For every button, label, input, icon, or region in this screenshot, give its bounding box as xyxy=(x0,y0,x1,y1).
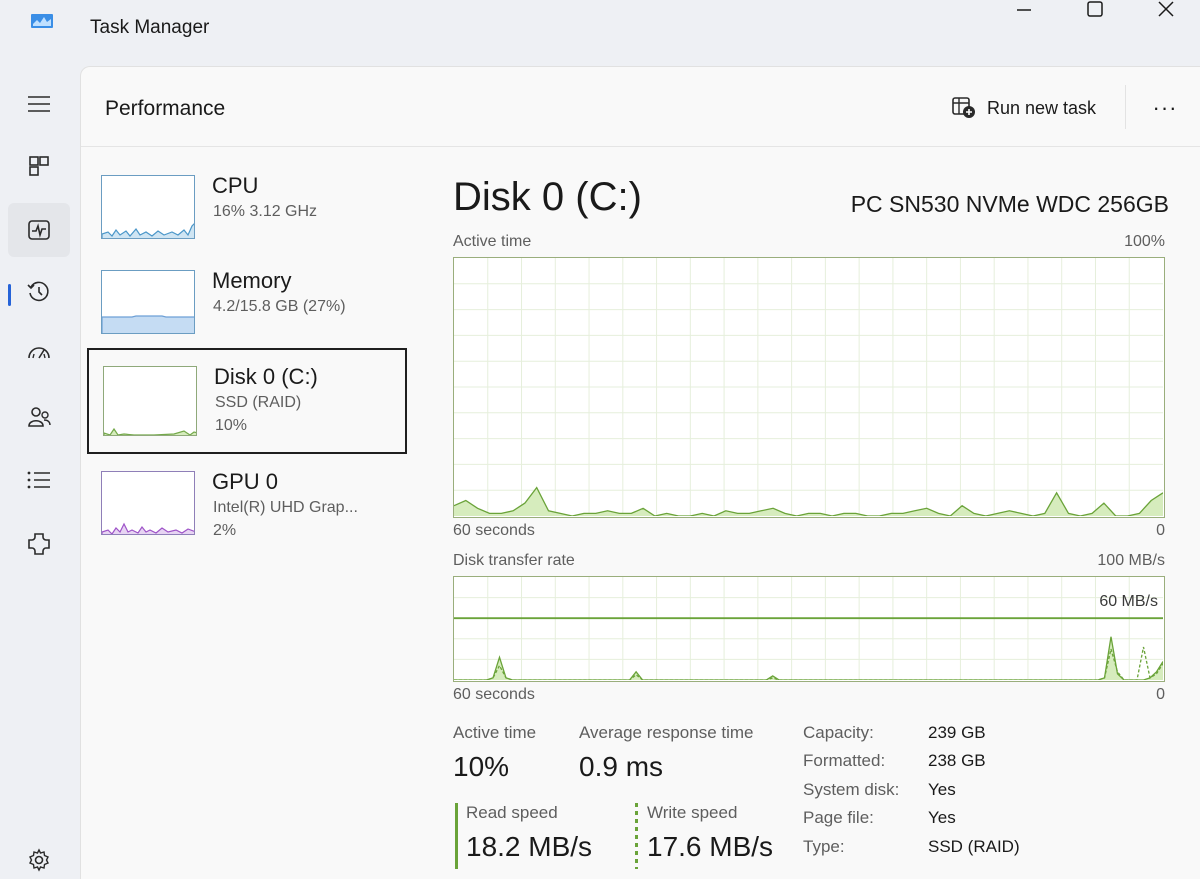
nav-menu-button[interactable] xyxy=(8,77,70,131)
startup-apps-icon xyxy=(28,347,50,359)
system-disk-value: Yes xyxy=(928,780,956,799)
gpu-usage: 2% xyxy=(213,522,237,539)
maximize-icon xyxy=(1087,1,1103,17)
write-rate-series-line xyxy=(454,646,1164,681)
nav-startup-apps[interactable] xyxy=(8,327,70,381)
disk-type: SSD (RAID) xyxy=(215,394,302,411)
title-bar: Task Manager xyxy=(0,0,1200,66)
active-time-graph-canvas xyxy=(454,258,1164,517)
page-header: Performance Run new task ··· xyxy=(81,67,1200,147)
nav-rail xyxy=(0,66,78,879)
close-icon xyxy=(1158,1,1174,17)
maximize-button[interactable] xyxy=(1065,0,1125,22)
memory-thumbnail-graph xyxy=(101,270,195,334)
read-rate-series-area xyxy=(454,636,1163,680)
nav-settings[interactable] xyxy=(8,833,70,879)
active-time-graph xyxy=(453,257,1165,518)
close-button[interactable] xyxy=(1136,0,1196,22)
run-new-task-button[interactable]: Run new task xyxy=(945,91,1102,125)
performance-icon xyxy=(28,220,50,240)
perf-item-memory[interactable]: Memory 4.2/15.8 GB (27%) xyxy=(87,242,407,348)
gpu-model: Intel(R) UHD Grap... xyxy=(213,499,358,516)
disk-model: PC SN530 NVMe WDC 256GB xyxy=(850,191,1169,217)
active-time-graph-max: 100% xyxy=(1124,233,1165,250)
disk-title: Disk 0 (C:) xyxy=(453,175,642,219)
settings-icon xyxy=(29,848,49,872)
memory-name: Memory xyxy=(212,268,292,293)
run-new-task-label: Run new task xyxy=(987,97,1097,118)
write-speed-label: Write speed xyxy=(647,803,738,822)
users-icon xyxy=(28,407,51,427)
nav-details[interactable] xyxy=(8,453,70,507)
gpu-thumbnail-graph xyxy=(101,471,195,535)
transfer-rate-graph: 60 MB/s xyxy=(453,576,1165,682)
formatted-value: 238 GB xyxy=(928,751,986,770)
read-rate-series-line xyxy=(454,636,1164,681)
cpu-thumbnail-graph xyxy=(101,175,195,239)
task-manager-icon xyxy=(30,12,54,34)
formatted-label: Formatted: xyxy=(803,751,886,770)
transfer-rate-graph-label: Disk transfer rate xyxy=(453,552,575,569)
page-file-label: Page file: xyxy=(803,808,874,827)
nav-processes[interactable] xyxy=(8,139,70,193)
gpu-name: GPU 0 xyxy=(212,469,279,494)
read-speed-label: Read speed xyxy=(466,803,558,822)
page-file-value: Yes xyxy=(928,808,956,827)
disk-usage: 10% xyxy=(215,417,248,434)
write-speed-value: 17.6 MB/s xyxy=(647,831,774,862)
type-label: Type: xyxy=(803,837,845,856)
minimize-icon xyxy=(1017,9,1031,11)
processes-icon xyxy=(29,156,49,176)
transfer-rate-graph-time: 60 seconds xyxy=(453,686,535,703)
header-divider xyxy=(1125,85,1126,129)
active-time-value: 10% xyxy=(453,751,510,782)
window-title: Task Manager xyxy=(90,17,210,38)
active-time-graph-label: Active time xyxy=(453,233,532,250)
disk-thumbnail-graph xyxy=(103,366,197,436)
page-title: Performance xyxy=(105,97,226,120)
read-speed-indicator xyxy=(455,803,458,869)
disk-name: Disk 0 (C:) xyxy=(214,364,318,389)
capacity-value: 239 GB xyxy=(928,723,986,742)
nav-performance[interactable] xyxy=(8,203,70,257)
more-options-button[interactable]: ··· xyxy=(1147,91,1183,125)
nav-app-history[interactable] xyxy=(8,265,70,319)
transfer-rate-graph-min: 0 xyxy=(1156,686,1165,703)
app-history-icon xyxy=(27,281,49,302)
capacity-label: Capacity: xyxy=(803,723,874,742)
services-icon xyxy=(28,533,50,555)
transfer-rate-graph-max: 100 MB/s xyxy=(1097,552,1165,569)
performance-panel: Performance Run new task ··· CPU 16% 3.1… xyxy=(80,66,1200,879)
perf-item-gpu[interactable]: GPU 0 Intel(R) UHD Grap... 2% xyxy=(87,443,407,549)
avg-response-value: 0.9 ms xyxy=(579,751,664,782)
nav-services[interactable] xyxy=(8,517,70,571)
memory-usage: 4.2/15.8 GB (27%) xyxy=(213,298,346,315)
avg-response-label: Average response time xyxy=(579,723,754,742)
details-icon xyxy=(27,471,50,489)
read-speed-value: 18.2 MB/s xyxy=(466,831,593,862)
active-time-graph-time: 60 seconds xyxy=(453,522,535,539)
write-speed-indicator xyxy=(635,803,638,869)
cpu-name: CPU xyxy=(212,173,259,198)
run-new-task-icon xyxy=(952,97,975,118)
minimize-button[interactable] xyxy=(994,0,1054,22)
type-value: SSD (RAID) xyxy=(928,837,1020,856)
active-time-graph-min: 0 xyxy=(1156,522,1165,539)
transfer-rate-graph-canvas xyxy=(454,577,1164,681)
perf-item-disk[interactable]: Disk 0 (C:) SSD (RAID) 10% xyxy=(87,348,407,454)
perf-item-cpu[interactable]: CPU 16% 3.12 GHz xyxy=(87,147,407,253)
menu-icon xyxy=(28,96,50,112)
nav-users[interactable] xyxy=(8,390,70,444)
transfer-rate-scale-label: 60 MB/s xyxy=(1099,593,1158,610)
active-time-label: Active time xyxy=(453,723,537,742)
system-disk-label: System disk: xyxy=(803,780,900,799)
more-options-icon: ··· xyxy=(1152,95,1178,120)
cpu-usage: 16% 3.12 GHz xyxy=(213,203,318,220)
